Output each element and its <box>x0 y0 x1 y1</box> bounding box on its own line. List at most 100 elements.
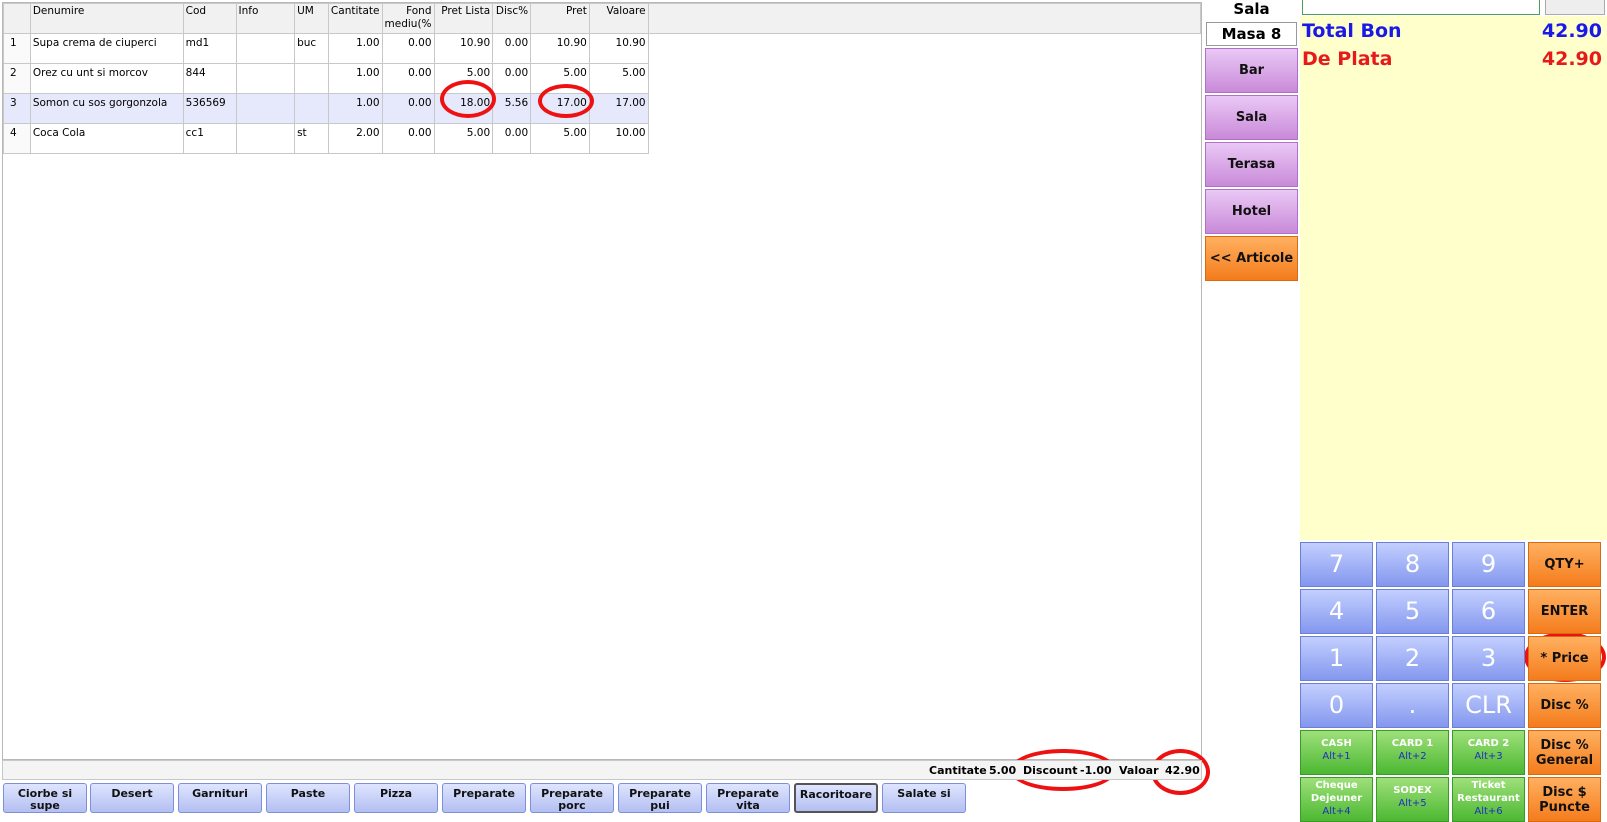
cell-pret-lista[interactable]: 5.00 <box>433 63 494 94</box>
cell-pret[interactable]: 5.00 <box>530 63 590 94</box>
category-preparate-pui[interactable]: Preparate pui <box>618 783 702 813</box>
cell-disc[interactable]: 0.00 <box>492 123 532 154</box>
qty-plus-button[interactable]: QTY+ <box>1528 542 1601 587</box>
category-preparate-porc[interactable]: Preparate porc <box>530 783 614 813</box>
key-2[interactable]: 2 <box>1376 636 1449 681</box>
col-header-cod[interactable]: Cod <box>182 3 237 34</box>
table-row[interactable]: 4 Coca Cola cc1 st 2.00 0.00 5.00 0.00 5… <box>3 123 1201 154</box>
payment-sodex-button[interactable]: SODEX Alt+5 <box>1376 777 1449 822</box>
disc-percent-button[interactable]: Disc % <box>1528 683 1601 728</box>
cell-um[interactable]: st <box>294 123 329 154</box>
payment-cash-button[interactable]: CASH Alt+1 <box>1300 730 1373 775</box>
cell-cod[interactable]: 536569 <box>182 93 237 124</box>
key-8[interactable]: 8 <box>1376 542 1449 587</box>
category-preparate-vita[interactable]: Preparate vita <box>706 783 790 813</box>
search-input[interactable] <box>1302 0 1540 15</box>
cell-valoare[interactable]: 10.90 <box>588 33 649 64</box>
cell-disc[interactable]: 0.00 <box>492 63 532 94</box>
room-terasa-button[interactable]: Terasa <box>1205 142 1298 187</box>
back-to-articles-button[interactable]: << Articole <box>1205 236 1298 281</box>
cell-fond-mediu[interactable]: 0.00 <box>381 63 435 94</box>
cell-pret-lista[interactable]: 5.00 <box>433 123 494 154</box>
cell-cantitate[interactable]: 2.00 <box>327 123 383 154</box>
room-bar-button[interactable]: Bar <box>1205 48 1298 93</box>
col-header-pret-lista[interactable]: Pret Lista <box>433 3 494 34</box>
room-hotel-button[interactable]: Hotel <box>1205 189 1298 234</box>
cell-valoare[interactable]: 5.00 <box>588 63 649 94</box>
cell-cod[interactable]: 844 <box>182 63 237 94</box>
key-clr[interactable]: CLR <box>1452 683 1525 728</box>
cell-valoare[interactable]: 17.00 <box>588 93 649 124</box>
cell-um[interactable]: buc <box>294 33 329 64</box>
table-row[interactable]: 2 Orez cu unt si morcov 844 1.00 0.00 5.… <box>3 63 1201 94</box>
cell-pret[interactable]: 10.90 <box>530 33 590 64</box>
cell-denumire[interactable]: Somon cu sos gorgonzola <box>29 93 184 124</box>
table-row[interactable]: 1 Supa crema de ciuperci md1 buc 1.00 0.… <box>3 33 1201 64</box>
payment-cheque-dejeuner-button[interactable]: Cheque Dejeuner Alt+4 <box>1300 777 1373 822</box>
col-header-um[interactable]: UM <box>294 3 329 34</box>
key-9[interactable]: 9 <box>1452 542 1525 587</box>
cell-denumire[interactable]: Coca Cola <box>29 123 184 154</box>
enter-button[interactable]: ENTER <box>1528 589 1601 634</box>
col-header-valoare[interactable]: Valoare <box>588 3 649 34</box>
payment-ticket-restaurant-button[interactable]: Ticket Restaurant Alt+6 <box>1452 777 1525 822</box>
cell-pret[interactable]: 17.00 <box>530 93 590 124</box>
key-1[interactable]: 1 <box>1300 636 1373 681</box>
cell-denumire[interactable]: Orez cu unt si morcov <box>29 63 184 94</box>
disc-percent-general-button[interactable]: Disc % General <box>1528 730 1601 775</box>
cell-cod[interactable]: md1 <box>182 33 237 64</box>
payment-card2-button[interactable]: CARD 2 Alt+3 <box>1452 730 1525 775</box>
cell-um[interactable] <box>294 63 329 94</box>
cell-cod[interactable]: cc1 <box>182 123 237 154</box>
disc-dollar-puncte-button[interactable]: Disc $ Puncte <box>1528 777 1601 822</box>
de-plata-label: De Plata <box>1302 48 1393 70</box>
category-ciorbe-si-supe[interactable]: Ciorbe si supe <box>3 783 87 813</box>
key-0[interactable]: 0 <box>1300 683 1373 728</box>
de-plata-value: 42.90 <box>1541 48 1602 70</box>
cell-pret[interactable]: 5.00 <box>530 123 590 154</box>
cell-info[interactable] <box>235 93 296 124</box>
cell-fond-mediu[interactable]: 0.00 <box>381 93 435 124</box>
cell-cantitate[interactable]: 1.00 <box>327 93 383 124</box>
col-header-denumire[interactable]: Denumire <box>29 3 184 34</box>
category-racoritoare[interactable]: Racoritoare <box>794 783 878 813</box>
category-paste[interactable]: Paste <box>266 783 350 813</box>
category-garnituri[interactable]: Garnituri <box>178 783 262 813</box>
cell-info[interactable] <box>235 63 296 94</box>
price-button[interactable]: * Price <box>1528 636 1601 681</box>
cell-pret-lista[interactable]: 10.90 <box>433 33 494 64</box>
col-header-cantitate[interactable]: Cantitate <box>327 3 383 34</box>
col-header-index[interactable] <box>3 3 31 34</box>
top-right-button[interactable] <box>1545 0 1605 15</box>
col-header-pret[interactable]: Pret <box>530 3 590 34</box>
category-desert[interactable]: Desert <box>90 783 174 813</box>
col-header-fond-mediu[interactable]: Fond mediu(% <box>381 3 435 34</box>
category-pizza[interactable]: Pizza <box>354 783 438 813</box>
cell-info[interactable] <box>235 123 296 154</box>
cell-denumire[interactable]: Supa crema de ciuperci <box>29 33 184 64</box>
cell-cantitate[interactable]: 1.00 <box>327 33 383 64</box>
cell-um[interactable] <box>294 93 329 124</box>
col-header-info[interactable]: Info <box>235 3 296 34</box>
cell-cantitate[interactable]: 1.00 <box>327 63 383 94</box>
cell-valoare[interactable]: 10.00 <box>588 123 649 154</box>
key-dot[interactable]: . <box>1376 683 1449 728</box>
key-5[interactable]: 5 <box>1376 589 1449 634</box>
cell-pret-lista[interactable]: 18.00 <box>433 93 494 124</box>
key-3[interactable]: 3 <box>1452 636 1525 681</box>
col-header-disc[interactable]: Disc% <box>492 3 532 34</box>
category-preparate[interactable]: Preparate <box>442 783 526 813</box>
key-6[interactable]: 6 <box>1452 589 1525 634</box>
table-number-field[interactable]: Masa 8 <box>1206 22 1297 46</box>
cell-disc[interactable]: 5.56 <box>492 93 532 124</box>
room-sala-button[interactable]: Sala <box>1205 95 1298 140</box>
key-4[interactable]: 4 <box>1300 589 1373 634</box>
key-7[interactable]: 7 <box>1300 542 1373 587</box>
cell-fond-mediu[interactable]: 0.00 <box>381 33 435 64</box>
category-salate-si[interactable]: Salate si <box>882 783 966 813</box>
table-row-selected[interactable]: 3 Somon cu sos gorgonzola 536569 1.00 0.… <box>3 93 1201 124</box>
cell-fond-mediu[interactable]: 0.00 <box>381 123 435 154</box>
cell-disc[interactable]: 0.00 <box>492 33 532 64</box>
payment-card1-button[interactable]: CARD 1 Alt+2 <box>1376 730 1449 775</box>
cell-info[interactable] <box>235 33 296 64</box>
